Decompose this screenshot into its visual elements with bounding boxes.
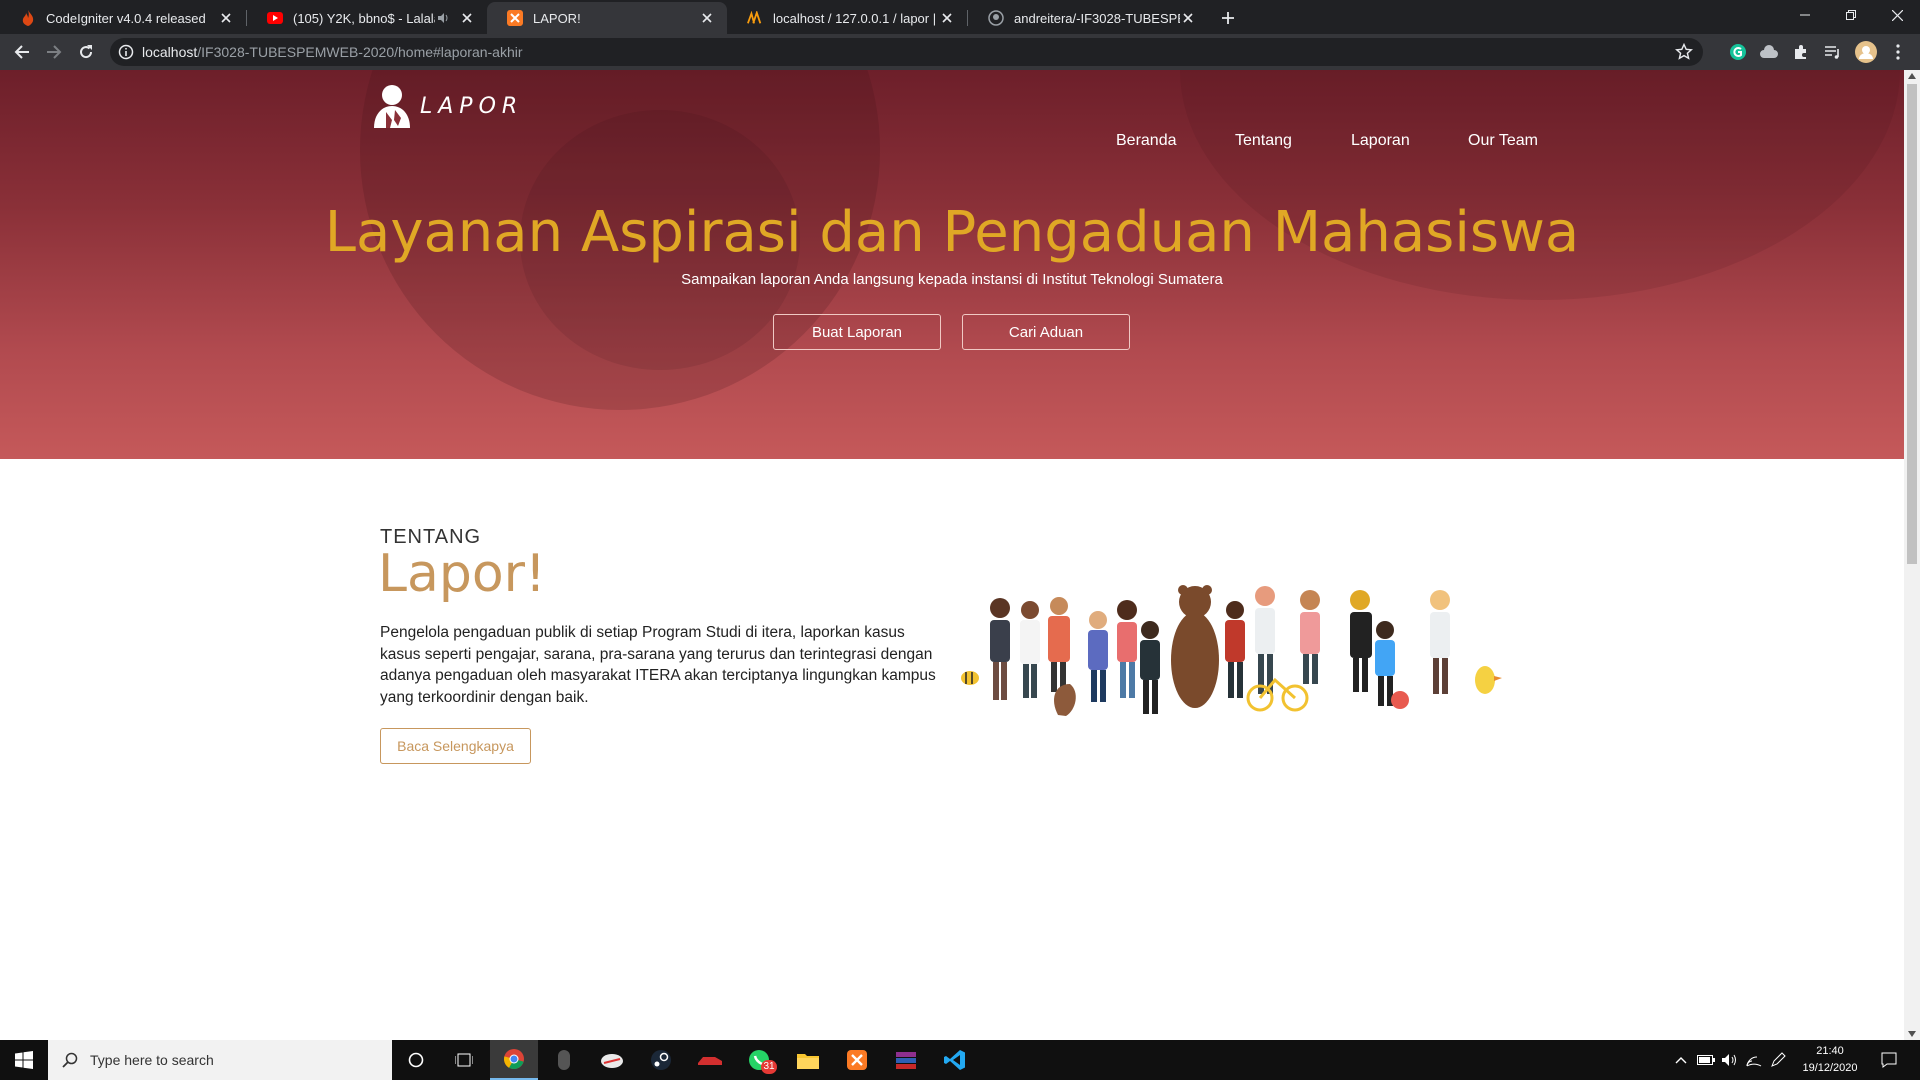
github-icon [988,10,1004,26]
new-tab-button[interactable] [1214,4,1242,32]
address-bar[interactable]: localhost/IF3028-TUBESPEMWEB-2020/home#l… [110,38,1703,66]
close-tab-icon[interactable] [699,10,715,26]
tab-title: andreitera/-IF3028-TUBESPEMW [1014,10,1180,26]
back-button[interactable] [8,38,36,66]
tab-github[interactable]: andreitera/-IF3028-TUBESPEMW [968,2,1208,34]
nav-laporan[interactable]: Laporan [1351,132,1410,150]
xampp-taskbar-icon[interactable] [833,1040,881,1080]
url-text: localhost/IF3028-TUBESPEMWEB-2020/home#l… [142,44,523,60]
whatsapp-badge: 31 [761,1060,777,1074]
forward-button[interactable] [40,38,68,66]
about-title: Lapor! [378,544,546,604]
xampp-icon [507,10,523,26]
racing-game-icon[interactable] [686,1040,734,1080]
tab-title: CodeIgniter v4.0.4 released [46,10,206,26]
logo-text: LAPOR [420,93,524,119]
cloud-app-icon[interactable] [588,1040,636,1080]
phpmyadmin-icon [747,10,763,26]
wifi-icon[interactable] [1742,1040,1766,1080]
tab-title: (105) Y2K, bbno$ - Lalala (Of [293,10,435,26]
task-view-icon[interactable] [440,1040,488,1080]
extension-cloud-icon[interactable] [1758,41,1780,63]
site-info-icon[interactable] [118,44,134,60]
page-scrollbar[interactable] [1904,70,1920,1040]
hero-section: LAPOR Beranda Tentang Laporan Our Team L… [0,70,1904,459]
whatsapp-icon[interactable]: 31 [735,1040,783,1080]
browser-toolbar: localhost/IF3028-TUBESPEMWEB-2020/home#l… [0,34,1920,70]
media-control-icon[interactable] [1822,41,1844,63]
close-tab-icon[interactable] [939,10,955,26]
pen-icon[interactable] [1766,1040,1790,1080]
action-center-icon[interactable] [1870,1040,1908,1080]
chrome-taskbar-icon[interactable] [490,1040,538,1080]
page-viewport: LAPOR Beranda Tentang Laporan Our Team L… [0,70,1904,1040]
reload-button[interactable] [72,38,100,66]
close-window-button[interactable] [1874,0,1920,30]
url-host: localhost [142,44,198,60]
restore-button[interactable] [1828,0,1874,30]
taskbar-clock[interactable]: 21:40 19/12/2020 [1790,1043,1870,1077]
about-description: Pengelola pengaduan publik di setiap Pro… [380,624,936,706]
battery-icon[interactable] [1694,1040,1718,1080]
file-explorer-icon[interactable] [784,1040,832,1080]
minimize-button[interactable] [1782,0,1828,30]
taskbar-search-box[interactable]: Type here to search [48,1040,392,1080]
bookmark-star-icon[interactable] [1675,43,1693,61]
hero-subtitle: Sampaikan laporan Anda langsung kepada i… [681,271,1223,288]
audio-playing-icon[interactable] [435,10,451,26]
start-button[interactable] [0,1040,48,1080]
hero-background-shape [1180,70,1900,300]
scroll-down-arrow-icon[interactable] [1908,1031,1916,1037]
winrar-icon[interactable] [882,1040,930,1080]
close-tab-icon[interactable] [459,10,475,26]
nav-tentang[interactable]: Tentang [1235,132,1292,150]
close-tab-icon[interactable] [1180,10,1196,26]
steam-icon[interactable] [637,1040,685,1080]
clock-date: 19/12/2020 [1802,1062,1858,1074]
windows-taskbar: Type here to search 31 21:40 19/12/2020 [0,1040,1920,1080]
extensions-puzzle-icon[interactable] [1790,41,1812,63]
codeigniter-icon [20,10,36,26]
search-icon [62,1052,78,1068]
mouse-app-icon[interactable] [540,1040,588,1080]
scroll-up-arrow-icon[interactable] [1908,73,1916,79]
tab-lapor[interactable]: LAPOR! [487,2,727,34]
search-placeholder: Type here to search [90,1052,214,1068]
site-logo[interactable]: LAPOR [368,82,523,130]
buat-laporan-button[interactable]: Buat Laporan [773,314,941,350]
baca-selengkapnya-button[interactable]: Baca Selengkapya [380,728,531,764]
chrome-menu-icon[interactable] [1887,41,1909,63]
scrollbar-thumb[interactable] [1907,84,1917,564]
tab-title: LAPOR! [533,10,581,26]
close-tab-icon[interactable] [218,10,234,26]
clock-time: 21:40 [1816,1045,1844,1057]
people-illustration [961,585,1502,716]
nav-beranda[interactable]: Beranda [1116,132,1177,150]
grammarly-icon[interactable] [1727,41,1749,63]
browser-tab-strip: CodeIgniter v4.0.4 released (105) Y2K, b… [0,0,1920,34]
show-hidden-icons[interactable] [1670,1040,1692,1080]
vscode-icon[interactable] [931,1040,979,1080]
cari-aduan-button[interactable]: Cari Aduan [962,314,1130,350]
lapor-logo-icon [374,85,410,128]
cortana-icon[interactable] [392,1040,440,1080]
tab-youtube[interactable]: (105) Y2K, bbno$ - Lalala (Of [247,2,487,34]
tab-phpmyadmin[interactable]: localhost / 127.0.0.1 / lapor | php [727,2,967,34]
url-path: /IF3028-TUBESPEMWEB-2020/home#laporan-ak… [197,44,523,60]
tab-codeigniter[interactable]: CodeIgniter v4.0.4 released [0,2,246,34]
hero-title: Layanan Aspirasi dan Pengaduan Mahasiswa [324,200,1580,265]
nav-our-team[interactable]: Our Team [1468,132,1538,150]
youtube-icon [267,10,283,26]
volume-icon[interactable] [1718,1040,1742,1080]
tab-title: localhost / 127.0.0.1 / lapor | php [773,10,939,26]
profile-avatar[interactable] [1855,41,1877,63]
